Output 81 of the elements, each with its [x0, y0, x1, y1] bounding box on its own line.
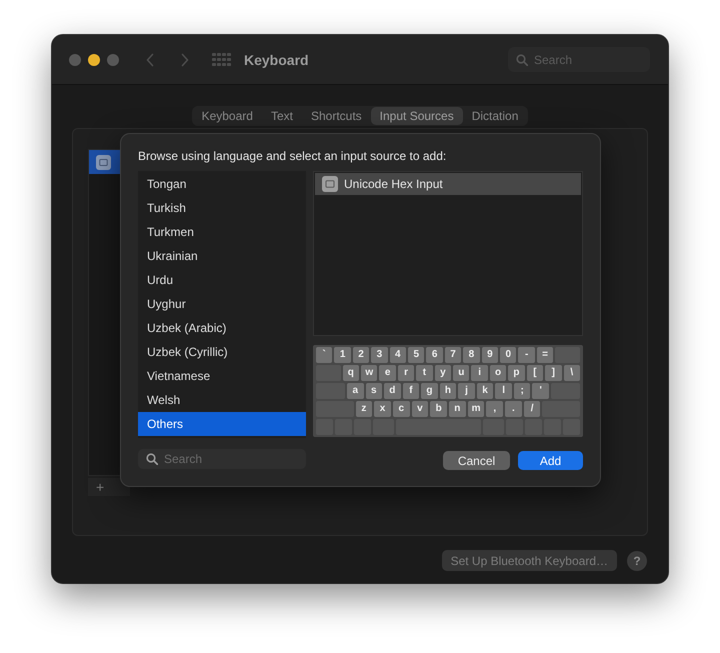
keyboard-key: a [346, 383, 364, 399]
keyboard-key: z [356, 401, 372, 417]
blank-key [550, 383, 580, 399]
keyboard-key: 9 [482, 347, 498, 363]
tab[interactable]: Input Sources [370, 107, 463, 125]
keyboard-key: 5 [408, 347, 424, 363]
search-icon [146, 453, 158, 465]
keyboard-key: v [412, 401, 428, 417]
add-button[interactable]: Add [518, 451, 583, 470]
list-item[interactable]: Vietnamese [138, 364, 306, 388]
tab[interactable]: Dictation [462, 107, 528, 125]
keyboard-key: s [366, 383, 382, 399]
keyboard-key: 1 [334, 347, 351, 363]
list-item[interactable]: Uzbek (Arabic) [138, 316, 306, 340]
tab[interactable]: Keyboard [192, 107, 262, 125]
keyboard-key: q [342, 365, 360, 381]
list-item[interactable]: Turkish [138, 196, 306, 220]
blank-key [563, 419, 580, 435]
minimize-button[interactable] [88, 54, 100, 66]
keyboard-key: w [361, 365, 378, 381]
list-item[interactable]: Tongan [138, 172, 306, 196]
keyboard-key: / [524, 401, 540, 417]
search-icon [516, 54, 528, 66]
grid-icon[interactable] [212, 53, 231, 66]
chevron-right-icon[interactable] [181, 52, 189, 66]
keyboard-key: \ [564, 365, 580, 381]
keyboard-key: e [379, 365, 396, 381]
keyboard-key: ; [514, 383, 530, 399]
keyboard-key: c [392, 401, 410, 417]
list-item[interactable]: Turkmen [138, 220, 306, 244]
keyboard-key: l [495, 383, 512, 399]
tile-icon [96, 154, 111, 170]
list-item[interactable]: Ukrainian [138, 244, 306, 268]
keyboard-key: 6 [426, 347, 443, 363]
zoom-button[interactable] [107, 54, 119, 66]
keyboard-key: o [490, 365, 506, 381]
keyboard-key: u [453, 365, 470, 381]
keyboard-key: [ [526, 365, 544, 381]
keyboard-key: ' [532, 383, 549, 399]
keyboard-key: j [458, 383, 475, 399]
keyboard-key: = [536, 347, 554, 363]
keyboard-key: k [476, 383, 494, 399]
keyboard-key: 3 [371, 347, 388, 363]
window-title: Keyboard [244, 52, 309, 68]
keyboard-key: p [508, 365, 525, 381]
keyboard-key: 2 [352, 347, 370, 363]
keyboard-key: t [416, 365, 433, 381]
keyboard-key: ` [316, 347, 332, 363]
list-item[interactable]: Unicode Hex Input [315, 173, 581, 195]
list-item[interactable]: Urdu [138, 268, 306, 292]
keyboard-key: 7 [444, 347, 462, 363]
list-item[interactable]: Others [138, 412, 306, 436]
keyboard-key: y [434, 365, 452, 381]
keyboard-key: f [402, 383, 420, 399]
list-item[interactable]: Uyghur [138, 292, 306, 316]
keyboard-key: i [471, 365, 488, 381]
keyboard-key: d [384, 383, 401, 399]
list-item[interactable]: Welsh [138, 388, 306, 412]
keyboard-key: b [430, 401, 447, 417]
keyboard-key: ] [545, 365, 562, 381]
close-button[interactable] [69, 54, 81, 66]
cancel-button[interactable]: Cancel [443, 451, 510, 470]
chevron-left-icon[interactable] [146, 52, 154, 66]
keyboard-key: n [448, 401, 466, 417]
keyboard-key: . [505, 401, 522, 417]
keyboard-key: , [486, 401, 504, 417]
tab[interactable]: Text [262, 107, 302, 125]
list-item[interactable]: Uzbek (Cyrillic) [138, 340, 306, 364]
keyboard-key: - [518, 347, 535, 363]
keyboard-key: r [398, 365, 414, 381]
keyboard-key: x [374, 401, 391, 417]
keyboard-key: 0 [500, 347, 516, 363]
tab[interactable]: Shortcuts [302, 107, 371, 125]
search-field[interactable]: Search [138, 449, 306, 469]
keyboard-key: m [468, 401, 484, 417]
keyboard-key: 8 [463, 347, 480, 363]
keyboard-key: 4 [390, 347, 406, 363]
tile-icon [322, 176, 338, 192]
keyboard-key: h [440, 383, 456, 399]
keyboard-key: g [421, 383, 438, 399]
prompt-text: Browse using language and select an input source to add: [138, 148, 448, 164]
